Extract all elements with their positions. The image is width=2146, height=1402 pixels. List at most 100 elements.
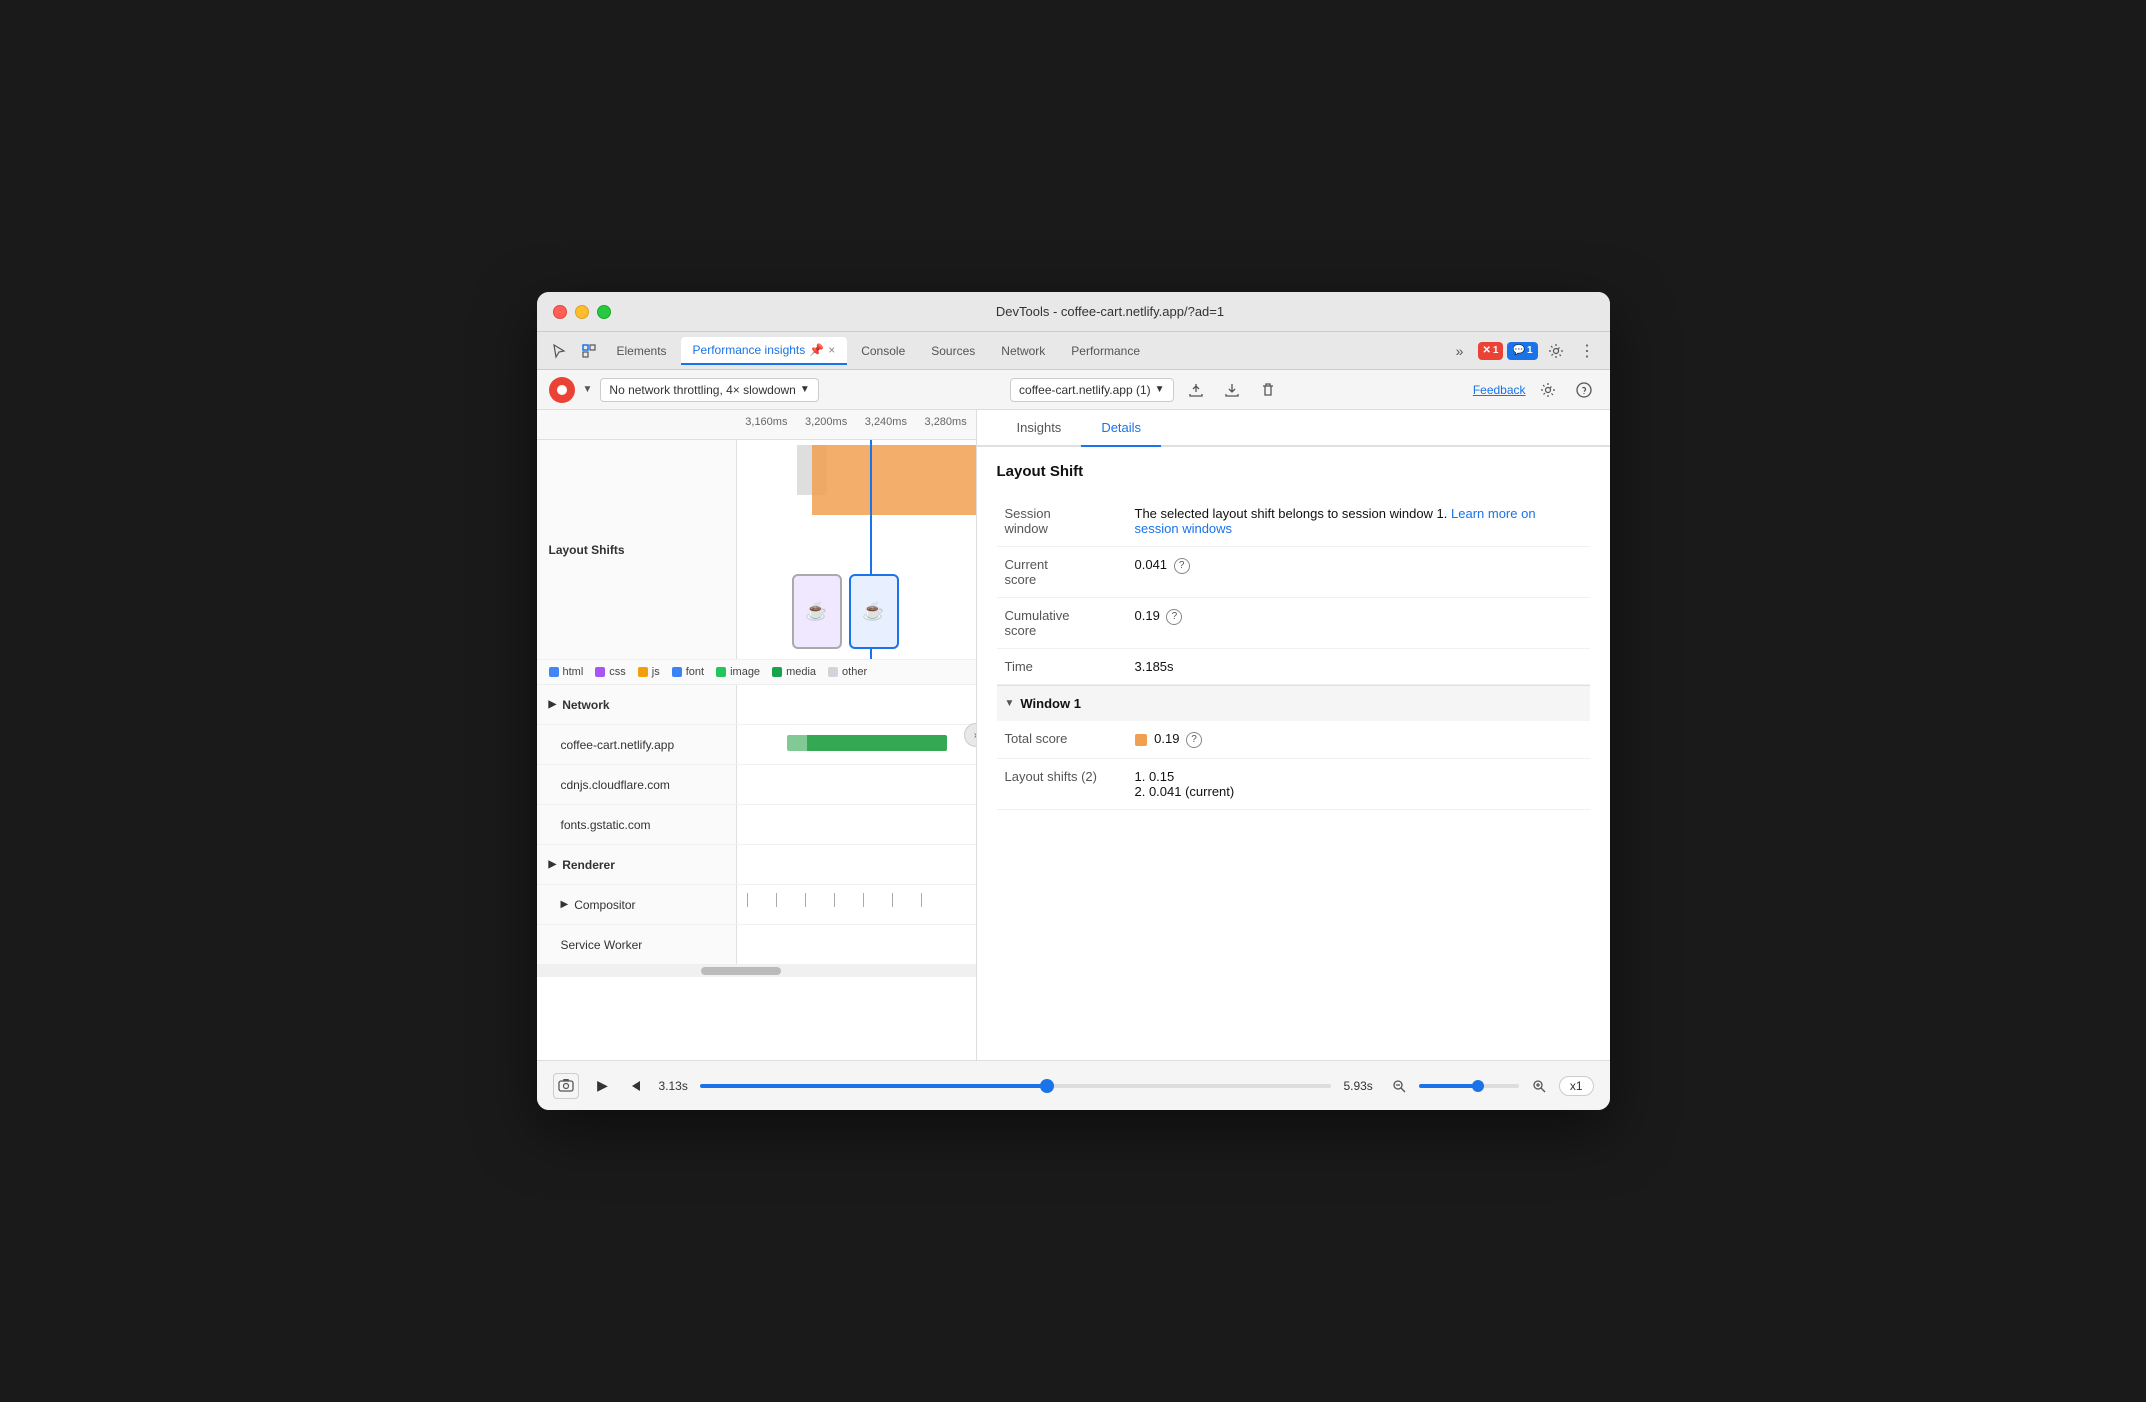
legend-css: css [595, 666, 626, 678]
phone-before: ☕ [792, 574, 842, 649]
tab-network[interactable]: Network [989, 338, 1057, 364]
css-color [595, 667, 605, 677]
record-dropdown[interactable]: ▼ [583, 384, 593, 395]
timeline-slider-container [700, 1084, 1332, 1088]
network-item-label-2: cdnjs.cloudflare.com [537, 765, 737, 804]
zoom-out-icon[interactable] [1385, 1072, 1413, 1100]
title-bar: DevTools - coffee-cart.netlify.app/?ad=1 [537, 292, 1610, 332]
legend-image: image [716, 666, 760, 678]
cumulative-score-row: Cumulativescore 0.19 ? [997, 598, 1590, 649]
total-score-help[interactable]: ? [1186, 732, 1202, 748]
tab-console[interactable]: Console [849, 338, 917, 364]
session-window-key: Sessionwindow [997, 496, 1127, 547]
zoom-slider[interactable] [1419, 1084, 1519, 1088]
target-dropdown[interactable]: coffee-cart.netlify.app (1) ▼ [1010, 378, 1174, 402]
screenshot-button[interactable] [553, 1073, 579, 1099]
pin-icon: 📌 [809, 343, 824, 357]
compositor-arrow: ▶ [561, 899, 569, 910]
zoom-level-label: x1 [1559, 1076, 1594, 1096]
target-chevron: ▼ [1155, 384, 1165, 395]
record-button[interactable] [549, 377, 575, 403]
zoom-in-icon[interactable] [1525, 1072, 1553, 1100]
horizontal-scrollbar[interactable] [537, 965, 976, 977]
tab-performance[interactable]: Performance [1059, 338, 1152, 364]
time-key: Time [997, 649, 1127, 685]
window-title: DevTools - coffee-cart.netlify.app/?ad=1 [627, 304, 1594, 319]
more-tabs-button[interactable]: » [1446, 337, 1474, 365]
session-window-value: The selected layout shift belongs to ses… [1127, 496, 1590, 547]
renderer-arrow: ▶ [549, 859, 557, 870]
tick [892, 893, 893, 907]
time-end-label: 5.93s [1343, 1079, 1372, 1093]
play-button[interactable]: ▶ [591, 1074, 615, 1098]
tab-sources[interactable]: Sources [919, 338, 987, 364]
network-header-content [737, 685, 976, 724]
total-score-row: Total score 0.19 ? [997, 721, 1590, 758]
tab-close-icon[interactable]: × [828, 343, 835, 357]
network-bar-1 [737, 725, 976, 764]
main-content: 3,160ms 3,200ms 3,240ms 3,280ms Layout S… [537, 410, 1610, 1060]
settings-icon[interactable] [1542, 337, 1570, 365]
tab-insights[interactable]: Insights [997, 410, 1082, 445]
maximize-button[interactable] [597, 305, 611, 319]
service-worker-label: Service Worker [537, 925, 737, 964]
tab-details[interactable]: Details [1081, 410, 1161, 447]
tab-elements[interactable]: Elements [605, 338, 679, 364]
media-color [772, 667, 782, 677]
image-color [716, 667, 726, 677]
cursor-tool-icon[interactable] [545, 337, 573, 365]
current-score-row: Currentscore 0.041 ? [997, 547, 1590, 598]
devtools-window: DevTools - coffee-cart.netlify.app/?ad=1… [537, 292, 1610, 1110]
window1-arrow: ▼ [1005, 698, 1015, 709]
phone-after: ☕ [849, 574, 899, 649]
time-marker-1: 3,160ms [737, 410, 797, 439]
minimize-button[interactable] [575, 305, 589, 319]
bottom-bar: ▶ 3.13s 5.93s x1 [537, 1060, 1610, 1110]
more-options-icon[interactable]: ⋮ [1574, 337, 1602, 365]
legend-js: js [638, 666, 660, 678]
timeline-slider[interactable] [700, 1084, 1332, 1088]
right-tabs: Insights Details [977, 410, 1610, 447]
tick [805, 893, 806, 907]
current-score-help[interactable]: ? [1174, 558, 1190, 574]
time-value: 3.185s [1127, 649, 1590, 685]
renderer-label[interactable]: ▶ Renderer [537, 845, 737, 884]
cumulative-score-value: 0.19 ? [1127, 598, 1590, 649]
cumulative-score-help[interactable]: ? [1166, 609, 1182, 625]
service-worker-row: Service Worker [537, 925, 976, 965]
comment-badge: 💬 1 [1507, 342, 1537, 360]
network-label[interactable]: ▶ Network [537, 685, 737, 724]
skip-to-start-button[interactable] [623, 1074, 647, 1098]
total-score-key: Total score [997, 721, 1127, 758]
time-start-label: 3.13s [659, 1079, 688, 1093]
close-button[interactable] [553, 305, 567, 319]
help-icon[interactable] [1570, 376, 1598, 404]
window1-header[interactable]: ▼ Window 1 [997, 685, 1590, 721]
layout-shifts-detail-key: Layout shifts (2) [997, 758, 1127, 809]
element-picker-icon[interactable] [575, 337, 603, 365]
download-icon[interactable] [1218, 376, 1246, 404]
delete-icon[interactable] [1254, 376, 1282, 404]
timeline-header: 3,160ms 3,200ms 3,240ms 3,280ms [537, 410, 976, 440]
right-panel: Insights Details Layout Shift Sessionwin… [977, 410, 1610, 1060]
current-score-key: Currentscore [997, 547, 1127, 598]
settings-icon-toolbar[interactable] [1534, 376, 1562, 404]
service-worker-content [737, 925, 976, 964]
renderer-content [737, 845, 976, 884]
total-score-value: 0.19 ? [1127, 721, 1590, 758]
network-bar-3 [737, 805, 976, 844]
feedback-link[interactable]: Feedback [1473, 383, 1526, 397]
time-marker-4: 3,280ms [916, 410, 976, 439]
upload-icon[interactable] [1182, 376, 1210, 404]
throttle-dropdown[interactable]: No network throttling, 4× slowdown ▼ [600, 378, 818, 402]
network-bar-2 [737, 765, 976, 804]
scrollbar-thumb[interactable] [701, 967, 781, 975]
traffic-lights [553, 305, 611, 319]
play-controls: ▶ [591, 1074, 647, 1098]
tab-performance-insights[interactable]: Performance insights 📌 × [681, 337, 848, 365]
error-badge: ✕ 1 [1478, 342, 1504, 360]
details-table: Sessionwindow The selected layout shift … [997, 496, 1590, 685]
tick [863, 893, 864, 907]
network-bar-green-1 [807, 735, 947, 751]
learn-more-link[interactable]: Learn more on session windows [1135, 506, 1536, 536]
